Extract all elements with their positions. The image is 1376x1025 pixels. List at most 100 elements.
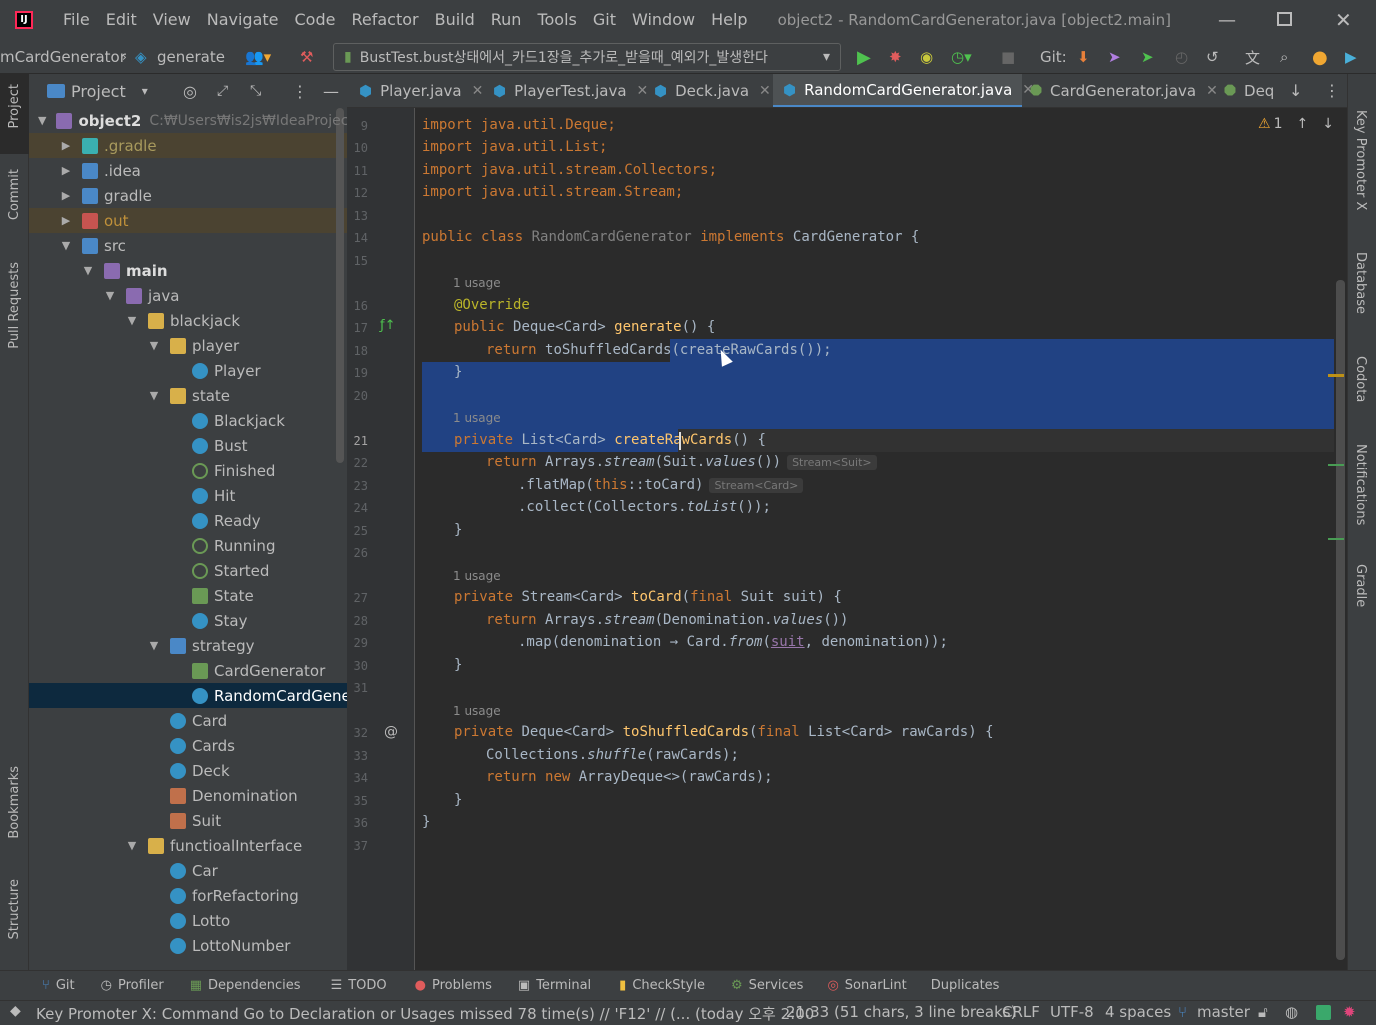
line-number[interactable]: 32 xyxy=(328,726,368,740)
search-icon[interactable]: ⌕ xyxy=(1280,40,1288,74)
tree-node-CardGenerator[interactable]: CardGenerator xyxy=(29,658,347,683)
build-hammer-icon[interactable]: ⚒ xyxy=(300,40,313,74)
line-number[interactable]: 16 xyxy=(328,299,368,313)
tree-node-Running[interactable]: Running xyxy=(29,533,347,558)
line-number[interactable]: 29 xyxy=(328,636,368,650)
close-tab-icon[interactable]: ✕ xyxy=(472,83,484,99)
stop-icon[interactable]: ■ xyxy=(1001,40,1015,74)
code-editor[interactable]: import java.util.Deque; import java.util… xyxy=(416,108,1334,970)
usage-hint[interactable]: 1 usage xyxy=(453,276,501,290)
usage-hint[interactable]: 1 usage xyxy=(453,704,501,718)
tab-playertest-java[interactable]: ⬢ PlayerTest.java ✕ xyxy=(493,74,649,107)
line-number[interactable]: 24 xyxy=(328,501,368,515)
line-number[interactable]: 13 xyxy=(328,209,368,223)
close-tab-icon[interactable]: ✕ xyxy=(1206,83,1218,99)
previous-highlight-icon[interactable]: ↑ xyxy=(1296,116,1308,132)
history-icon[interactable]: ◴ xyxy=(1175,40,1188,74)
line-number[interactable]: 25 xyxy=(328,524,368,538)
file-encoding[interactable]: UTF-8 xyxy=(1050,1003,1094,1021)
arrow-down-icon[interactable]: ↓ xyxy=(1289,81,1302,100)
line-number[interactable]: 37 xyxy=(328,839,368,853)
breadcrumb-class[interactable]: mCardGenerator xyxy=(0,40,126,74)
tree-node-gradle-hidden[interactable]: ▶ .gradle xyxy=(29,133,347,158)
menu-tools[interactable]: Tools xyxy=(529,0,584,40)
status-message[interactable]: Key Promoter X: Command Go to Declaratio… xyxy=(36,1003,814,1024)
options-icon[interactable]: ⋮ xyxy=(292,82,308,101)
tool-structure[interactable]: Structure xyxy=(7,879,22,939)
maximize-icon[interactable] xyxy=(1277,12,1292,26)
chevron-down-icon[interactable]: ▾ xyxy=(142,84,148,98)
line-number[interactable]: 23 xyxy=(328,479,368,493)
tool-services[interactable]: ⚙ Services xyxy=(731,978,803,993)
tree-node-functioalInterface[interactable]: ▼ functioalInterface xyxy=(29,833,347,858)
close-tab-icon[interactable]: ✕ xyxy=(759,83,771,99)
line-number[interactable]: 18 xyxy=(328,344,368,358)
tab-player-java[interactable]: ⬢ Player.java ✕ xyxy=(359,74,484,107)
menu-run[interactable]: Run xyxy=(483,0,530,40)
tree-node-main[interactable]: ▼ main xyxy=(29,258,347,283)
editor-scrollbar[interactable] xyxy=(1328,108,1347,970)
hide-panel-icon[interactable]: — xyxy=(323,82,339,101)
tool-sonarlint[interactable]: ◎ SonarLint xyxy=(827,978,906,993)
chevron-right-icon[interactable]: ▶ xyxy=(60,189,72,202)
tool-gradle[interactable]: Gradle xyxy=(1353,564,1368,607)
close-tab-icon[interactable]: ✕ xyxy=(637,83,649,99)
tool-database[interactable]: Database xyxy=(1353,252,1368,314)
cursor-position[interactable]: 21:33 (51 chars, 3 line breaks) xyxy=(786,1003,1016,1021)
git-branch[interactable]: master xyxy=(1197,1003,1250,1021)
tree-node-Deck[interactable]: Deck xyxy=(29,758,347,783)
coverage-icon[interactable]: ◉ xyxy=(920,40,933,74)
line-number[interactable]: 34 xyxy=(328,771,368,785)
tree-node-Ready[interactable]: Ready xyxy=(29,508,347,533)
tree-node-Card[interactable]: Card xyxy=(29,708,347,733)
collapse-all-icon[interactable]: ⤡ xyxy=(250,83,261,99)
tab-deck-java[interactable]: ⬢ Deck.java ✕ xyxy=(654,74,771,107)
lock-icon[interactable]: 🔓︎ xyxy=(1258,1003,1268,1021)
scrollbar-thumb[interactable] xyxy=(1336,280,1345,960)
minimize-icon[interactable]: — xyxy=(1218,10,1236,31)
chevron-down-icon[interactable]: ▼ xyxy=(38,114,46,127)
tree-node-State[interactable]: State xyxy=(29,583,347,608)
line-separator[interactable]: CRLF xyxy=(1002,1003,1040,1021)
debug-icon[interactable]: ✸ xyxy=(889,40,902,74)
line-number[interactable]: 35 xyxy=(328,794,368,808)
tool-duplicates[interactable]: Duplicates xyxy=(931,978,1000,993)
tool-key-promoter[interactable]: Key Promoter X xyxy=(1353,110,1368,210)
git-push-icon[interactable]: ➤ xyxy=(1141,40,1154,74)
chevron-down-icon[interactable]: ▼ xyxy=(148,639,160,652)
line-number[interactable]: 22 xyxy=(328,456,368,470)
line-number[interactable]: 14 xyxy=(328,231,368,245)
tree-node-Lotto[interactable]: Lotto xyxy=(29,908,347,933)
tree-node-Hit[interactable]: Hit xyxy=(29,483,347,508)
users-icon[interactable]: 👥▾ xyxy=(245,40,271,74)
menu-refactor[interactable]: Refactor xyxy=(343,0,426,40)
tree-node-Player[interactable]: Player xyxy=(29,358,347,383)
line-number[interactable]: 10 xyxy=(328,141,368,155)
update-icon[interactable]: ● xyxy=(1312,40,1328,74)
tool-dependencies[interactable]: ▦ Dependencies xyxy=(190,978,301,993)
menu-help[interactable]: Help xyxy=(703,0,755,40)
tree-node-blackjack[interactable]: ▼ blackjack xyxy=(29,308,347,333)
close-icon[interactable]: ✕ xyxy=(1335,8,1352,32)
tree-node-Suit[interactable]: Suit xyxy=(29,808,347,833)
inspection-icon[interactable]: ◍ xyxy=(1285,1003,1298,1021)
menu-code[interactable]: Code xyxy=(287,0,344,40)
indent-setting[interactable]: 4 spaces xyxy=(1105,1003,1171,1021)
line-number[interactable]: 20 xyxy=(328,389,368,403)
menu-edit[interactable]: Edit xyxy=(98,0,145,40)
change-marker[interactable] xyxy=(1328,538,1344,540)
chevron-down-icon[interactable]: ▼ xyxy=(148,339,160,352)
tool-project[interactable]: Project xyxy=(7,84,22,128)
tree-node-Cards[interactable]: Cards xyxy=(29,733,347,758)
menu-view[interactable]: View xyxy=(145,0,199,40)
tree-node-src[interactable]: ▼ src xyxy=(29,233,347,258)
tool-profiler[interactable]: ◷ Profiler xyxy=(101,978,164,993)
change-marker[interactable] xyxy=(1328,464,1344,466)
tab-deq[interactable]: ⯃ Deq xyxy=(1224,74,1274,107)
tree-node-Blackjack[interactable]: Blackjack xyxy=(29,408,347,433)
run-config-select[interactable]: ▮ BustTest.bust상태에서_카드1장을_추가로_받을때_예외가_발생… xyxy=(333,43,841,71)
tool-terminal[interactable]: ▣ Terminal xyxy=(518,978,591,993)
chevron-right-icon[interactable]: ▶ xyxy=(60,164,72,177)
usage-hint[interactable]: 1 usage xyxy=(453,411,501,425)
tool-todo[interactable]: ☰ TODO xyxy=(331,978,387,993)
